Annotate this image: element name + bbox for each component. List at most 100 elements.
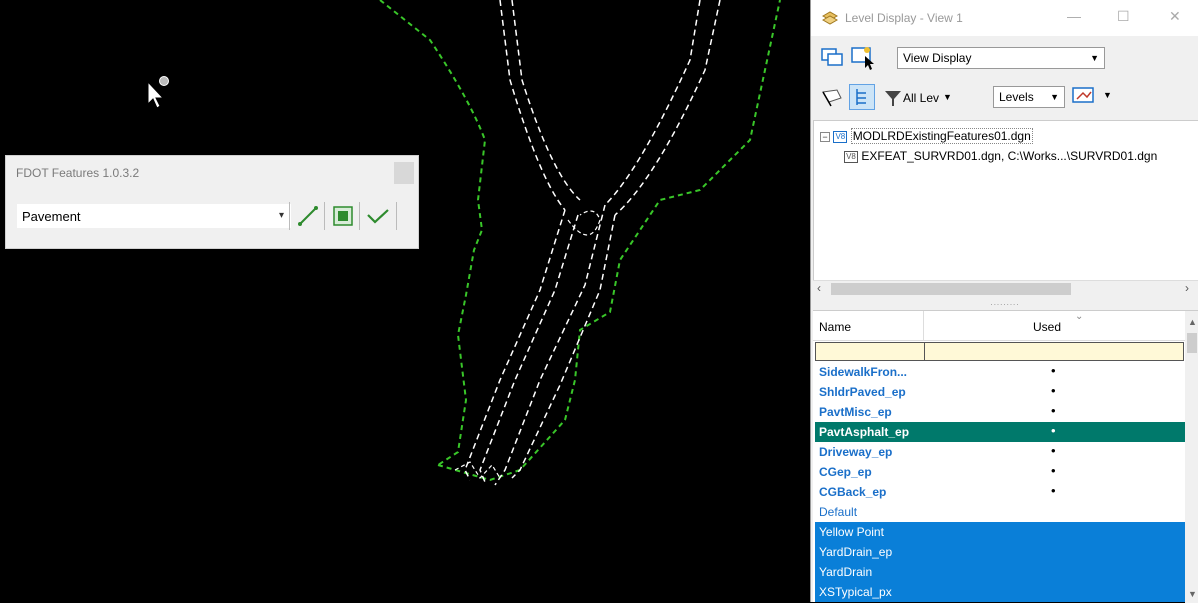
dgn-file-icon: V8	[833, 130, 848, 143]
level-list-vertical-scrollbar[interactable]: ▲ ▼	[1185, 311, 1198, 603]
level-row[interactable]: SidewalkFron... •	[815, 362, 1185, 382]
column-name-header[interactable]: Name	[819, 320, 851, 334]
level-name: ShldrPaved_ep	[819, 385, 906, 399]
tree-child-node[interactable]: V8 EXFEAT_SURVRD01.dgn, C:\Works...\SURV…	[844, 149, 1157, 163]
tree-horizontal-scrollbar[interactable]: ‹ ›	[813, 280, 1198, 297]
road-line-1	[499, 0, 566, 211]
scroll-up-icon[interactable]: ▲	[1188, 317, 1197, 327]
filter-dropdown[interactable]: All Lev ▼	[881, 86, 952, 110]
tree-view-button[interactable]	[849, 84, 875, 110]
road-line-8	[511, 214, 616, 479]
tree-root-label: MODLRDExistingFeatures01.dgn	[850, 128, 1033, 144]
road-line-5	[464, 209, 566, 481]
scroll-down-icon[interactable]: ▼	[1188, 589, 1197, 599]
level-list[interactable]: Name Used ⌄ SidewalkFron... • ShldrPaved_…	[813, 310, 1198, 603]
select-view-button[interactable]	[849, 44, 875, 70]
feature-select[interactable]: Pavement ▾	[17, 204, 291, 228]
toolbar-separator	[396, 202, 397, 230]
level-row[interactable]: CGBack_ep •	[815, 482, 1185, 502]
road-line-9	[567, 210, 601, 236]
toolbar-separator	[289, 202, 290, 230]
level-used: •	[1051, 383, 1056, 398]
model-tree[interactable]: − V8 MODLRDExistingFeatures01.dgn V8 EXF…	[813, 120, 1198, 282]
checkmark-icon	[367, 209, 389, 224]
cad-drawing[interactable]	[0, 0, 810, 602]
collapse-icon[interactable]: −	[820, 131, 830, 142]
scroll-right-icon[interactable]: ›	[1185, 281, 1189, 295]
chevron-down-icon: ▼	[943, 92, 952, 102]
level-pick-button[interactable]	[819, 84, 845, 110]
selected-level-row[interactable]: XSTypical_px	[815, 582, 1185, 602]
levels-select[interactable]: Levels ▼	[993, 86, 1065, 108]
level-used: •	[1051, 423, 1056, 438]
level-name: YardDrain_ep	[819, 545, 893, 559]
active-level-row[interactable]: PavtAsphalt_ep •	[815, 422, 1185, 442]
fdot-features-toolbar: FDOT Features 1.0.3.2 Pavement ▾	[5, 155, 419, 249]
level-used: •	[1051, 483, 1056, 498]
level-toolbar: All Lev ▼ Levels ▼ ▼	[811, 82, 1198, 112]
display-style-icon	[1072, 87, 1094, 103]
minimize-icon[interactable]: —	[1067, 8, 1081, 24]
view-mode-value: View Display	[903, 51, 972, 65]
level-display-title: Level Display - View 1	[845, 11, 963, 25]
windows-icon	[821, 48, 843, 66]
level-name: Driveway_ep	[819, 445, 893, 459]
road-line-2	[511, 0, 581, 201]
maximize-icon[interactable]: ☐	[1117, 8, 1130, 25]
level-used: •	[1051, 463, 1056, 478]
level-row[interactable]: CGep_ep •	[815, 462, 1185, 482]
cad-view-canvas[interactable]: FDOT Features 1.0.3.2 Pavement ▾	[0, 0, 810, 602]
selected-level-row[interactable]: YardDrain	[815, 562, 1185, 582]
cell-icon	[333, 206, 353, 226]
sort-chevron-icon: ⌄	[1075, 311, 1084, 322]
display-style-button[interactable]: ▼	[1071, 84, 1115, 110]
chevron-down-icon: ▼	[1103, 90, 1112, 100]
column-used-header[interactable]: Used	[1033, 320, 1061, 334]
close-icon[interactable]: ✕	[1169, 8, 1181, 25]
level-name: Default	[819, 505, 858, 519]
road-line-7	[494, 204, 606, 486]
level-display-panel: Level Display - View 1 — ☐ ✕ View Displa…	[810, 0, 1198, 603]
toolbar-separator	[359, 202, 360, 230]
fdot-toolbar-title: FDOT Features 1.0.3.2	[16, 166, 140, 180]
toolbar-separator	[324, 202, 325, 230]
level-row[interactable]: ShldrPaved_ep •	[815, 382, 1185, 402]
level-name: CGBack_ep	[819, 485, 887, 499]
mouse-cursor-icon	[147, 80, 165, 109]
level-row[interactable]: Driveway_ep •	[815, 442, 1185, 462]
line-icon	[298, 206, 318, 226]
level-used: •	[1051, 403, 1056, 418]
fdot-toolbar-close-button[interactable]	[394, 162, 414, 184]
view-windows-button[interactable]	[819, 44, 845, 70]
place-cell-button[interactable]	[330, 203, 356, 229]
selected-level-row[interactable]: Yellow Point	[815, 522, 1185, 542]
chevron-down-icon: ▼	[1090, 53, 1099, 63]
chevron-down-icon: ▼	[1050, 92, 1059, 102]
filter-divider	[924, 343, 925, 360]
pointer-level-icon	[822, 89, 842, 107]
place-polyline-button[interactable]	[365, 203, 391, 229]
panel-splitter[interactable]: .........	[811, 298, 1198, 310]
scrollbar-thumb[interactable]	[831, 283, 1071, 295]
levels-stack-icon	[821, 11, 839, 25]
level-display-titlebar[interactable]: Level Display - View 1 — ☐ ✕	[811, 0, 1198, 36]
scrollbar-thumb[interactable]	[1187, 333, 1197, 353]
levels-select-value: Levels	[999, 90, 1034, 104]
place-line-button[interactable]	[295, 203, 321, 229]
tree-root-node[interactable]: − V8 MODLRDExistingFeatures01.dgn	[820, 128, 1033, 144]
level-name: CGep_ep	[819, 465, 872, 479]
cursor-dot-icon	[159, 76, 169, 86]
road-line-3	[604, 0, 701, 206]
level-row[interactable]: PavtMisc_ep •	[815, 402, 1185, 422]
level-row[interactable]: Default	[815, 502, 1185, 522]
level-filter-row[interactable]	[815, 342, 1184, 361]
level-name: PavtMisc_ep	[819, 405, 892, 419]
level-used: •	[1051, 363, 1056, 378]
level-name: XSTypical_px	[819, 585, 892, 599]
scroll-left-icon[interactable]: ‹	[817, 281, 821, 295]
feature-select-value: Pavement	[22, 209, 81, 224]
selected-level-row[interactable]: YardDrain_ep	[815, 542, 1185, 562]
dgn-file-icon: V8	[844, 150, 858, 163]
level-name: PavtAsphalt_ep	[819, 425, 910, 439]
view-mode-select[interactable]: View Display ▼	[897, 47, 1105, 69]
